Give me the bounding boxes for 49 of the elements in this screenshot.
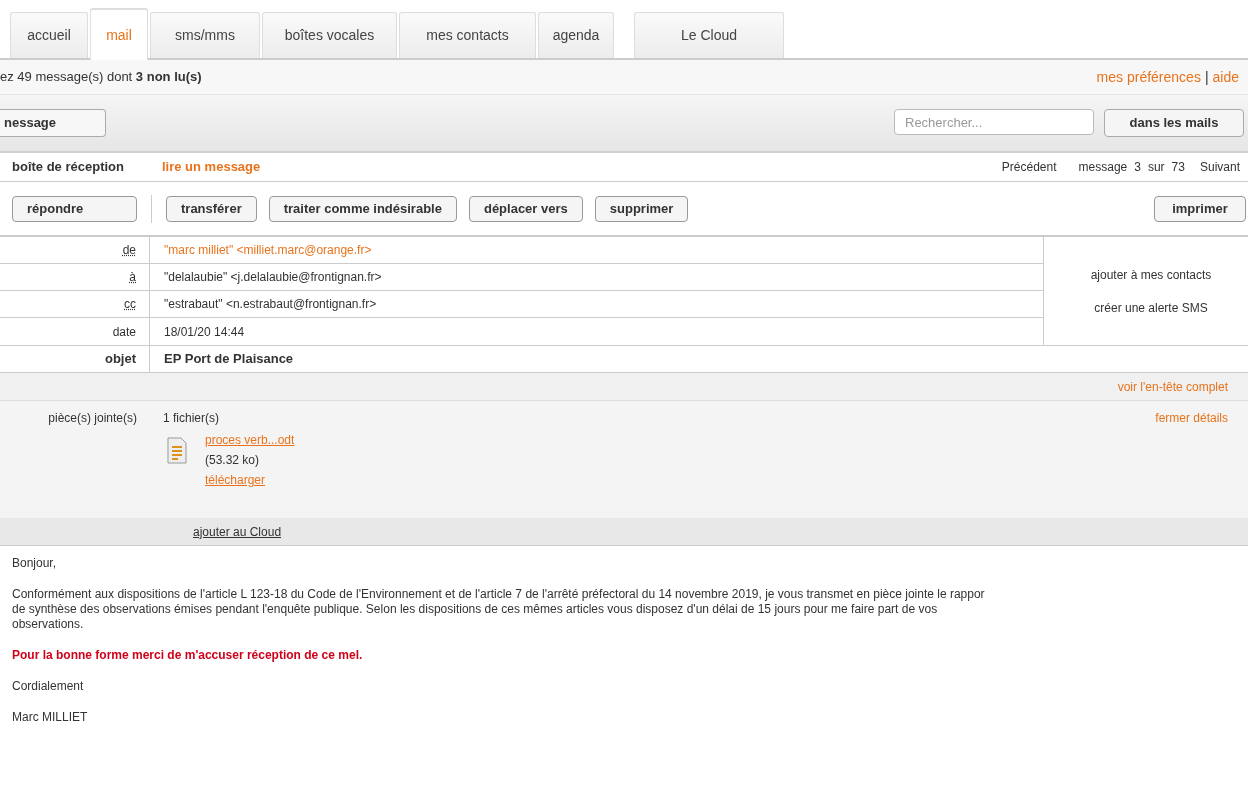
- action-button[interactable]: répondre: [12, 195, 137, 222]
- field-label: cc: [124, 296, 136, 313]
- previous-link[interactable]: Précédent: [1001, 158, 1057, 176]
- tab[interactable]: agenda: [538, 12, 614, 58]
- message-count: ez 49 message(s) dont 3 non lu(s): [0, 68, 202, 87]
- tab[interactable]: mes contacts: [399, 12, 536, 58]
- action-button[interactable]: transférer: [166, 195, 257, 222]
- file-count: 1 fichier(s): [163, 410, 220, 427]
- action-button[interactable]: déplacer vers: [468, 195, 583, 222]
- search-button[interactable]: dans les mails: [1104, 109, 1244, 137]
- position-text: message: [1078, 159, 1128, 176]
- contact-link[interactable]: créer une alerte SMS: [1094, 298, 1208, 317]
- body-text: Conformément aux dispositions de l'article L 123-18 du Code de l'Environnement et de l'article 7 de l'arrêté préfectoral du 14 novembre 2019, je vous transmet en pièce jointe le rappor: [12, 587, 986, 602]
- search-field[interactable]: Rechercher...: [894, 109, 1094, 135]
- field-value: "estrabaut" <n.estrabaut@frontignan.fr>: [164, 297, 377, 311]
- tab[interactable]: sms/mms: [150, 12, 260, 58]
- folder-label[interactable]: boîte de réception: [12, 157, 162, 177]
- action-button[interactable]: traiter comme indésirable: [268, 195, 457, 222]
- body-text: Marc MILLIET: [12, 710, 89, 725]
- page-title: lire un message: [162, 158, 261, 177]
- field-value: "marc milliet" <milliet.marc@orange.fr>: [164, 243, 372, 257]
- position-text: 3: [1134, 159, 1141, 176]
- body-text: Cordialement: [12, 679, 85, 694]
- field-label: date: [112, 323, 136, 341]
- field-label: de: [122, 242, 136, 259]
- field-label: objet: [104, 350, 136, 369]
- tab[interactable]: boîtes vocales: [262, 12, 397, 58]
- cloud-link[interactable]: ajouter au Cloud: [193, 522, 282, 541]
- body-text: de synthèse des observations émises pendant l'enquête publique. Selon les dispositions de ces mêmes articles vous disposez d'un délai de 15 jours pour me faire part de vos: [12, 602, 939, 617]
- field-value: "delalaubie" <j.delalaubie@frontignan.fr>: [164, 270, 382, 284]
- body-text: observations.: [12, 617, 85, 632]
- field-value: EP Port de Plaisance: [164, 351, 294, 367]
- document-icon: [167, 437, 187, 464]
- tab[interactable]: Le Cloud: [634, 12, 784, 58]
- new-message-button[interactable]: nessage: [0, 109, 106, 137]
- action-button[interactable]: imprimer: [1154, 195, 1246, 222]
- position-text: sur: [1147, 159, 1165, 176]
- separator: |: [1204, 67, 1209, 87]
- next-link[interactable]: Suivant: [1199, 158, 1240, 176]
- field-label: à: [129, 269, 136, 286]
- action-button[interactable]: supprimer: [594, 195, 689, 222]
- field-value: 18/01/20 14:44: [164, 324, 245, 339]
- body-text: Bonjour,: [12, 556, 58, 571]
- attachment-label: pièce(s) jointe(s): [48, 411, 137, 425]
- file-size: (53.32 ko): [205, 452, 261, 469]
- body-text: Pour la bonne forme merci de m'accuser réception de ce mel.: [12, 648, 364, 663]
- contact-link[interactable]: ajouter à mes contacts: [1090, 265, 1212, 284]
- tab[interactable]: accueil: [10, 12, 88, 58]
- position-text: 73: [1171, 159, 1185, 176]
